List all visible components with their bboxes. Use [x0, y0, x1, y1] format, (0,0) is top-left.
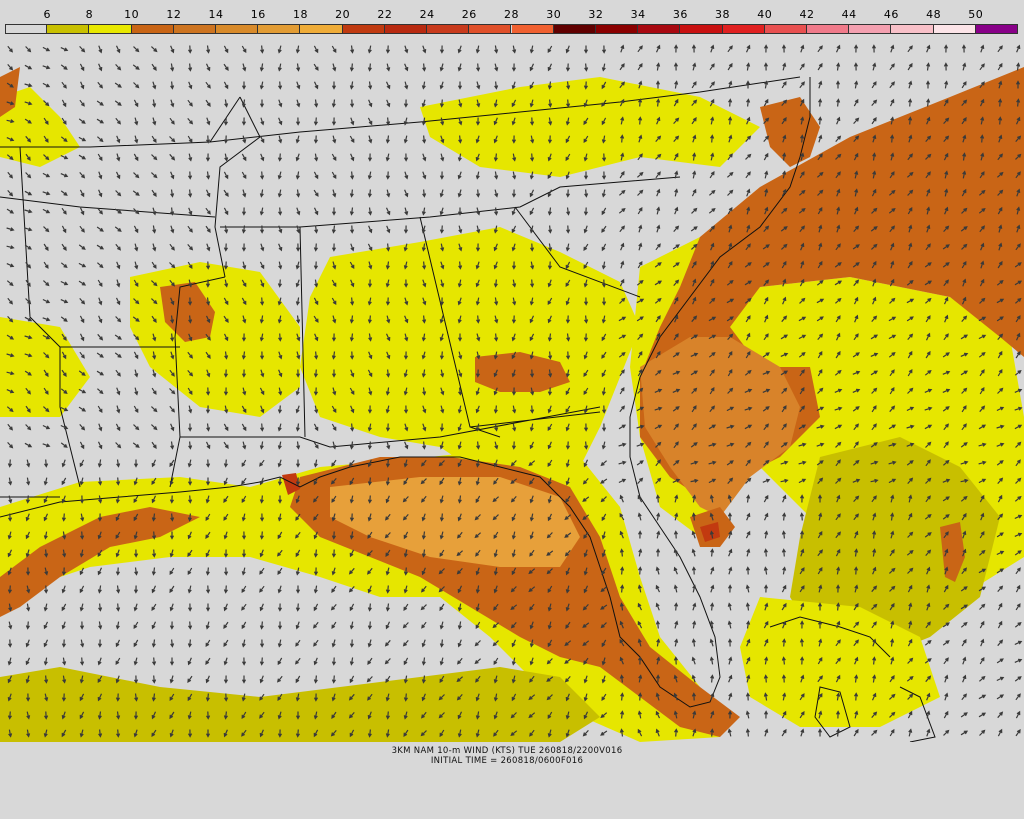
map-caption: 3KM NAM 10-m WIND (KTS) TUE 260818/2200V…	[0, 746, 1024, 766]
legend-swatch	[806, 25, 850, 33]
legend-tick-label: 6	[43, 8, 51, 21]
legend-tick-label: 40	[757, 8, 773, 21]
legend-tick-label: 48	[926, 8, 942, 21]
legend-tick-label: 10	[124, 8, 140, 21]
legend-tick-label: 20	[335, 8, 351, 21]
legend-tick-label: 36	[672, 8, 688, 21]
legend-tick-label: 16	[250, 8, 266, 21]
legend-swatch	[891, 25, 934, 33]
legend-swatch	[384, 25, 428, 33]
legend-tick-label: 46	[883, 8, 899, 21]
legend-tick-label: 14	[208, 8, 224, 21]
caption-title: 3KM NAM 10-m WIND (KTS) TUE 260818/2200V…	[391, 746, 623, 756]
legend-swatch	[342, 25, 385, 33]
legend-swatch	[553, 25, 596, 33]
weather-map	[0, 37, 1024, 742]
legend-swatch	[258, 25, 301, 33]
legend-swatch	[511, 25, 554, 33]
legend-swatch	[5, 25, 48, 33]
legend-swatch	[595, 25, 639, 33]
legend-tick-label: 26	[461, 8, 477, 21]
legend-swatch	[469, 25, 512, 33]
legend-tick-label: 30	[546, 8, 562, 21]
legend-swatch	[89, 25, 132, 33]
color-scale-legend: 6 8 10 12 14 16 18 20 22 24 26 28 30 32 34 36 38 40 42 44 46…	[0, 0, 1024, 36]
legend-tick-label: 28	[504, 8, 519, 21]
legend-tick-label: 32	[588, 8, 604, 21]
legend-tick-label: 44	[841, 8, 857, 21]
legend-tick-label: 50	[968, 8, 984, 21]
legend-tick-label: 22	[377, 8, 393, 21]
caption-init-time: INITIAL TIME = 260818/0600F016	[430, 756, 584, 766]
legend-swatch	[131, 25, 174, 33]
legend-swatch	[216, 25, 259, 33]
legend-swatch	[849, 25, 892, 33]
legend-swatch	[933, 25, 976, 33]
legend-tick-label: 8	[85, 8, 94, 21]
legend-tick-label: 34	[630, 8, 646, 21]
legend-swatch	[638, 25, 681, 33]
legend-swatch	[47, 25, 90, 33]
legend-swatch	[722, 25, 765, 33]
legend-tick-label: 38	[715, 8, 731, 21]
legend-swatch	[764, 25, 807, 33]
legend-swatch	[680, 25, 723, 33]
legend-swatch	[173, 25, 217, 33]
legend-tick-label: 12	[166, 8, 182, 21]
legend-tick-label: 42	[799, 8, 815, 21]
legend-tick-label: 24	[419, 8, 435, 21]
legend-tick-label: 18	[292, 8, 308, 21]
legend-swatch	[427, 25, 470, 33]
legend-swatch	[300, 25, 343, 33]
legend-swatch	[975, 25, 1018, 33]
